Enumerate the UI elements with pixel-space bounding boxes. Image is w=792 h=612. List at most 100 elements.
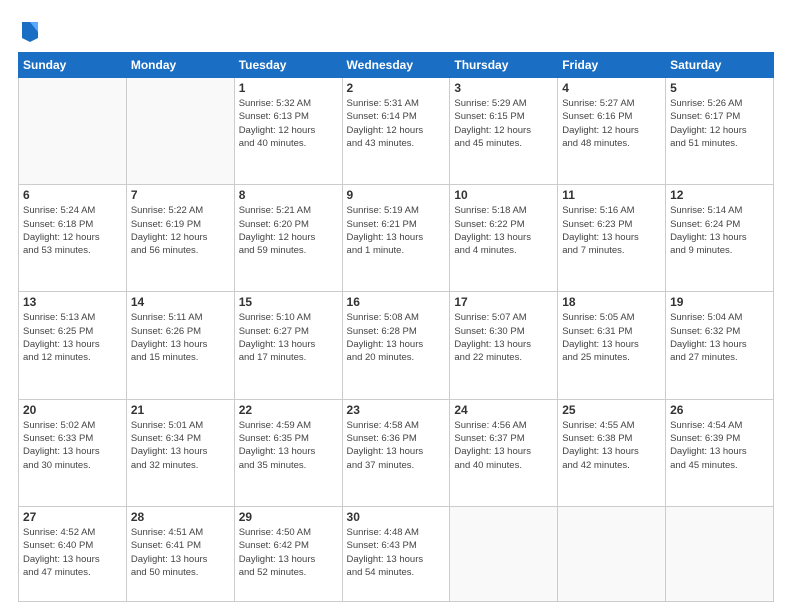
day-number: 28 — [131, 510, 230, 524]
day-info: Sunrise: 4:54 AM Sunset: 6:39 PM Dayligh… — [670, 419, 769, 472]
day-info: Sunrise: 5:29 AM Sunset: 6:15 PM Dayligh… — [454, 97, 553, 150]
calendar-header-saturday: Saturday — [666, 53, 774, 78]
calendar-cell: 29 Sunrise: 4:50 AM Sunset: 6:42 PM Dayli… — [234, 506, 342, 601]
day-number: 29 — [239, 510, 338, 524]
calendar-cell: 18 Sunrise: 5:05 AM Sunset: 6:31 PM Dayli… — [558, 292, 666, 399]
calendar-cell: 8 Sunrise: 5:21 AM Sunset: 6:20 PM Daylig… — [234, 185, 342, 292]
day-number: 24 — [454, 403, 553, 417]
calendar-cell: 24 Sunrise: 4:56 AM Sunset: 6:37 PM Dayli… — [450, 399, 558, 506]
day-info: Sunrise: 5:18 AM Sunset: 6:22 PM Dayligh… — [454, 204, 553, 257]
calendar-cell: 3 Sunrise: 5:29 AM Sunset: 6:15 PM Daylig… — [450, 78, 558, 185]
calendar-cell — [666, 506, 774, 601]
calendar-cell: 16 Sunrise: 5:08 AM Sunset: 6:28 PM Dayli… — [342, 292, 450, 399]
day-number: 20 — [23, 403, 122, 417]
day-number: 12 — [670, 188, 769, 202]
calendar-cell: 22Sunrise: 4:59 AM Sunset: 6:35 PM Dayli… — [234, 399, 342, 506]
calendar-cell: 14 Sunrise: 5:11 AM Sunset: 6:26 PM Dayli… — [126, 292, 234, 399]
day-info: Sunrise: 5:31 AM Sunset: 6:14 PM Dayligh… — [347, 97, 446, 150]
day-number: 26 — [670, 403, 769, 417]
day-number: 14 — [131, 295, 230, 309]
calendar-cell: 12 Sunrise: 5:14 AM Sunset: 6:24 PM Dayli… — [666, 185, 774, 292]
page: SundayMondayTuesdayWednesdayThursdayFrid… — [0, 0, 792, 612]
calendar-week-3: 13 Sunrise: 5:13 AM Sunset: 6:25 PM Dayli… — [19, 292, 774, 399]
day-number: 3 — [454, 81, 553, 95]
day-info: Sunrise: 5:04 AM Sunset: 6:32 PM Dayligh… — [670, 311, 769, 364]
calendar-cell — [450, 506, 558, 601]
day-number: 23 — [347, 403, 446, 417]
day-number: 6 — [23, 188, 122, 202]
calendar-header-sunday: Sunday — [19, 53, 127, 78]
day-info: Sunrise: 5:14 AM Sunset: 6:24 PM Dayligh… — [670, 204, 769, 257]
day-number: 21 — [131, 403, 230, 417]
day-info: Sunrise: 5:24 AM Sunset: 6:18 PM Dayligh… — [23, 204, 122, 257]
day-number: 8 — [239, 188, 338, 202]
day-number: 1 — [239, 81, 338, 95]
day-info: Sunrise: 5:32 AM Sunset: 6:13 PM Dayligh… — [239, 97, 338, 150]
day-number: 13 — [23, 295, 122, 309]
calendar-cell: 2Sunrise: 5:31 AM Sunset: 6:14 PM Daylig… — [342, 78, 450, 185]
day-info: Sunrise: 5:19 AM Sunset: 6:21 PM Dayligh… — [347, 204, 446, 257]
logo-icon — [20, 18, 40, 42]
day-info: Sunrise: 5:27 AM Sunset: 6:16 PM Dayligh… — [562, 97, 661, 150]
logo — [18, 18, 40, 42]
day-info: Sunrise: 5:16 AM Sunset: 6:23 PM Dayligh… — [562, 204, 661, 257]
day-number: 5 — [670, 81, 769, 95]
calendar-cell — [558, 506, 666, 601]
calendar-header-thursday: Thursday — [450, 53, 558, 78]
day-info: Sunrise: 4:55 AM Sunset: 6:38 PM Dayligh… — [562, 419, 661, 472]
day-number: 25 — [562, 403, 661, 417]
day-info: Sunrise: 5:22 AM Sunset: 6:19 PM Dayligh… — [131, 204, 230, 257]
day-info: Sunrise: 4:58 AM Sunset: 6:36 PM Dayligh… — [347, 419, 446, 472]
day-info: Sunrise: 5:26 AM Sunset: 6:17 PM Dayligh… — [670, 97, 769, 150]
calendar-cell: 15 Sunrise: 5:10 AM Sunset: 6:27 PM Dayli… — [234, 292, 342, 399]
calendar-cell: 20 Sunrise: 5:02 AM Sunset: 6:33 PM Dayli… — [19, 399, 127, 506]
calendar-cell: 17 Sunrise: 5:07 AM Sunset: 6:30 PM Dayli… — [450, 292, 558, 399]
calendar-cell: 23 Sunrise: 4:58 AM Sunset: 6:36 PM Dayli… — [342, 399, 450, 506]
calendar-cell: 25 Sunrise: 4:55 AM Sunset: 6:38 PM Dayli… — [558, 399, 666, 506]
calendar-cell — [19, 78, 127, 185]
calendar-cell: 11 Sunrise: 5:16 AM Sunset: 6:23 PM Dayli… — [558, 185, 666, 292]
calendar-cell: 28 Sunrise: 4:51 AM Sunset: 6:41 PM Dayli… — [126, 506, 234, 601]
calendar-header-wednesday: Wednesday — [342, 53, 450, 78]
calendar-week-5: 27 Sunrise: 4:52 AM Sunset: 6:40 PM Dayli… — [19, 506, 774, 601]
calendar-cell: 13 Sunrise: 5:13 AM Sunset: 6:25 PM Dayli… — [19, 292, 127, 399]
day-number: 15 — [239, 295, 338, 309]
calendar-header-monday: Monday — [126, 53, 234, 78]
header — [18, 18, 774, 42]
day-info: Sunrise: 5:08 AM Sunset: 6:28 PM Dayligh… — [347, 311, 446, 364]
calendar-cell — [126, 78, 234, 185]
day-info: Sunrise: 4:56 AM Sunset: 6:37 PM Dayligh… — [454, 419, 553, 472]
calendar-week-4: 20 Sunrise: 5:02 AM Sunset: 6:33 PM Dayli… — [19, 399, 774, 506]
day-number: 11 — [562, 188, 661, 202]
calendar-cell: 9 Sunrise: 5:19 AM Sunset: 6:21 PM Daylig… — [342, 185, 450, 292]
day-info: Sunrise: 5:02 AM Sunset: 6:33 PM Dayligh… — [23, 419, 122, 472]
calendar-cell: 5 Sunrise: 5:26 AM Sunset: 6:17 PM Daylig… — [666, 78, 774, 185]
day-info: Sunrise: 5:05 AM Sunset: 6:31 PM Dayligh… — [562, 311, 661, 364]
day-info: Sunrise: 5:11 AM Sunset: 6:26 PM Dayligh… — [131, 311, 230, 364]
calendar-week-2: 6 Sunrise: 5:24 AM Sunset: 6:18 PM Daylig… — [19, 185, 774, 292]
day-info: Sunrise: 4:52 AM Sunset: 6:40 PM Dayligh… — [23, 526, 122, 579]
day-info: Sunrise: 4:51 AM Sunset: 6:41 PM Dayligh… — [131, 526, 230, 579]
day-info: Sunrise: 4:59 AM Sunset: 6:35 PM Dayligh… — [239, 419, 338, 472]
calendar-header-row: SundayMondayTuesdayWednesdayThursdayFrid… — [19, 53, 774, 78]
day-number: 17 — [454, 295, 553, 309]
calendar-header-tuesday: Tuesday — [234, 53, 342, 78]
day-number: 4 — [562, 81, 661, 95]
calendar-cell: 19 Sunrise: 5:04 AM Sunset: 6:32 PM Dayli… — [666, 292, 774, 399]
day-number: 18 — [562, 295, 661, 309]
calendar-cell: 10 Sunrise: 5:18 AM Sunset: 6:22 PM Dayli… — [450, 185, 558, 292]
day-info: Sunrise: 5:13 AM Sunset: 6:25 PM Dayligh… — [23, 311, 122, 364]
day-info: Sunrise: 4:50 AM Sunset: 6:42 PM Dayligh… — [239, 526, 338, 579]
day-number: 27 — [23, 510, 122, 524]
calendar-cell: 6 Sunrise: 5:24 AM Sunset: 6:18 PM Daylig… — [19, 185, 127, 292]
day-number: 19 — [670, 295, 769, 309]
day-info: Sunrise: 5:21 AM Sunset: 6:20 PM Dayligh… — [239, 204, 338, 257]
day-info: Sunrise: 5:01 AM Sunset: 6:34 PM Dayligh… — [131, 419, 230, 472]
day-number: 16 — [347, 295, 446, 309]
day-info: Sunrise: 5:07 AM Sunset: 6:30 PM Dayligh… — [454, 311, 553, 364]
day-number: 10 — [454, 188, 553, 202]
day-number: 7 — [131, 188, 230, 202]
day-number: 9 — [347, 188, 446, 202]
day-info: Sunrise: 5:10 AM Sunset: 6:27 PM Dayligh… — [239, 311, 338, 364]
calendar-cell: 7 Sunrise: 5:22 AM Sunset: 6:19 PM Daylig… — [126, 185, 234, 292]
